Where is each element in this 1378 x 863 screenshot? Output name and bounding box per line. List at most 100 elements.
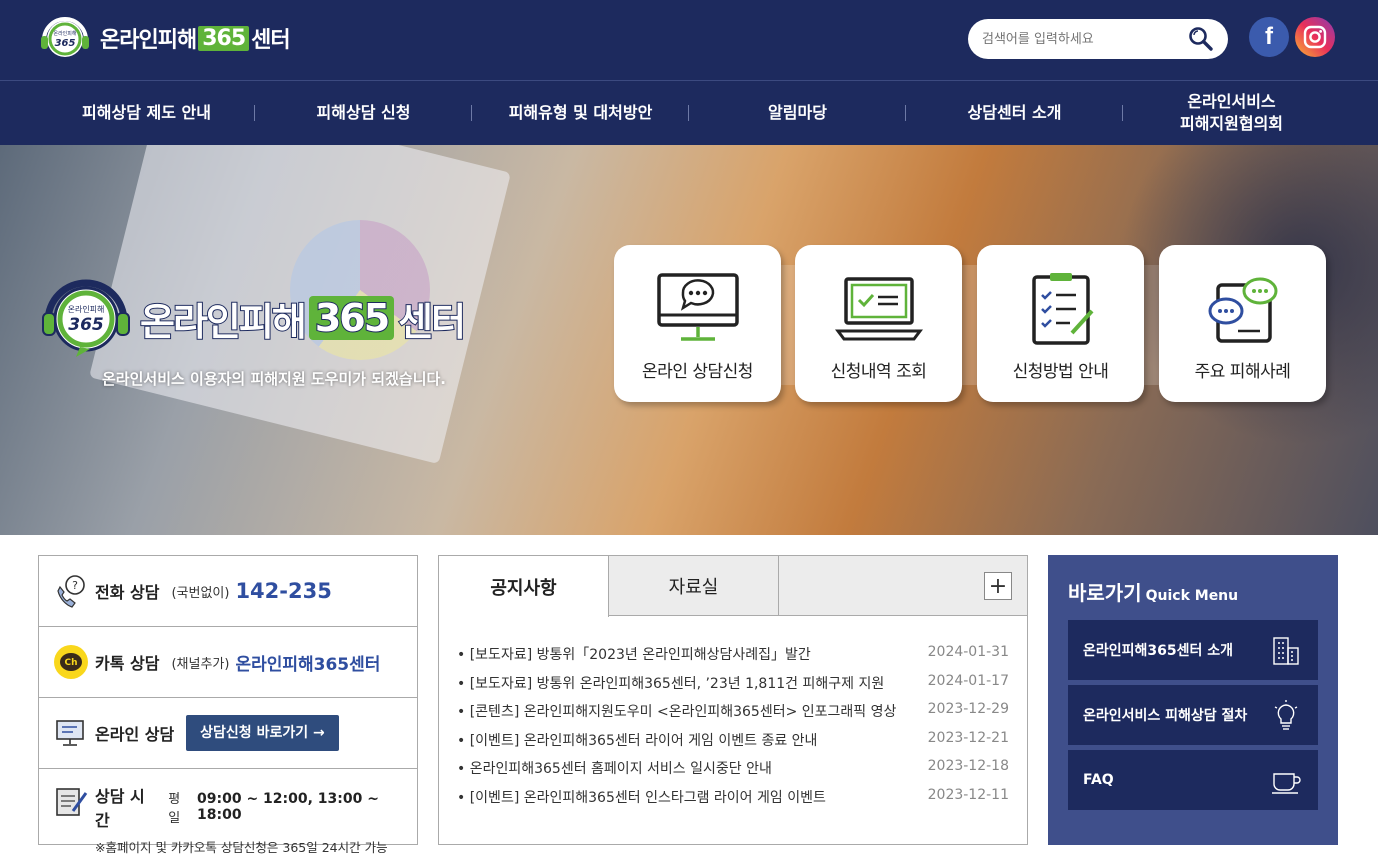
hero-logo: 온라인피해 365 온라인피해 365 센터	[40, 275, 467, 361]
card-check-history[interactable]: 신청내역 조회	[795, 245, 962, 402]
nav-item-apply[interactable]: 피해상담 신청	[255, 81, 472, 145]
notice-title[interactable]: [이벤트] 온라인피해365센터 인스타그램 라이어 게임 이벤트	[457, 787, 826, 816]
facebook-letter: f	[1265, 23, 1273, 50]
phone-number[interactable]: 142-235	[235, 579, 331, 603]
building-icon	[1273, 637, 1299, 665]
kakao-sub: (채널추가)	[171, 656, 230, 672]
hero-logo-badge-small: 온라인피해	[68, 304, 105, 314]
quick-procedure-button[interactable]: 온라인서비스 피해상담 절차	[1068, 685, 1318, 745]
clipboard-checklist-icon	[1031, 273, 1093, 345]
quick-menu-panel: 바로가기 Quick Menu 온라인피해365센터 소개 온라인서비스 피해상담…	[1048, 555, 1338, 845]
logo-text: 온라인피해 365 센터	[100, 22, 291, 54]
search-icon[interactable]	[1188, 26, 1214, 52]
notice-title[interactable]: [보도자료] 방통위「2023년 온라인피해상담사례집」발간	[457, 644, 811, 673]
quick-procedure-label: 온라인서비스 피해상담 절차	[1083, 708, 1248, 724]
computer-icon	[56, 720, 84, 746]
notice-date: 2024-01-31	[927, 644, 1009, 660]
quick-menu-title: 바로가기 Quick Menu	[1068, 577, 1238, 606]
svg-text:?: ?	[72, 579, 78, 592]
contact-panel: ? 전화 상담 (국번없이) 142-235 Ch 카톡 상담 (채널추가) 온…	[38, 555, 418, 855]
hours-text-group: 상담 시간 평일 09:00 ~ 12:00, 13:00 ~ 18:00 ※홈…	[95, 783, 417, 856]
logo-number: 365	[198, 25, 250, 51]
hours-note: ※홈페이지 및 카카오톡 상담신청은 365일 24시간 가능	[95, 840, 388, 855]
notice-item[interactable]: [보도자료] 방통위 온라인피해365센터, ’23년 1,811건 피해구제 …	[457, 673, 1009, 702]
notice-date: 2024-01-17	[927, 672, 1009, 689]
quick-center-intro-label: 온라인피해365센터 소개	[1083, 643, 1234, 659]
instagram-icon[interactable]	[1295, 17, 1335, 57]
logo-badge-small: 온라인피해	[53, 30, 76, 37]
hero-logo-text: 온라인피해 365 센터	[139, 291, 467, 346]
svg-text:Ch: Ch	[64, 658, 77, 668]
hours-sub: 평일	[168, 792, 181, 826]
search-box	[968, 19, 1228, 59]
quick-title-en: Quick Menu	[1145, 588, 1239, 604]
laptop-check-icon	[834, 277, 923, 341]
notice-tabs: 공지사항 자료실 +	[439, 556, 1027, 617]
kakao-channel-name[interactable]: 온라인피해365센터	[235, 650, 380, 675]
contact-online-row: 온라인 상담 상담신청 바로가기 →	[39, 698, 417, 769]
notice-date: 2023-12-21	[927, 729, 1009, 746]
hero-logo-number: 365	[308, 295, 395, 341]
notice-title[interactable]: [이벤트] 온라인피해365센터 라이어 게임 이벤트 종료 안내	[457, 730, 818, 759]
notice-panel: 공지사항 자료실 + [보도자료] 방통위「2023년 온라인피해상담사례집」발…	[438, 555, 1028, 845]
coffee-cup-icon	[1272, 773, 1301, 794]
notice-title[interactable]: 온라인피해365센터 홈페이지 서비스 일시중단 안내	[457, 758, 772, 787]
notice-item[interactable]: [콘텐츠] 온라인피해지원도우미 <온라인피해365센터> 인포그래픽 영상 20…	[457, 701, 1009, 730]
more-plus-button[interactable]: +	[984, 572, 1012, 600]
card-how-to-apply[interactable]: 신청방법 안내	[977, 245, 1144, 402]
headset-logo-icon: 온라인피해 365	[41, 17, 89, 57]
notice-list: [보도자료] 방통위「2023년 온라인피해상담사례집」발간 2024-01-31…	[457, 644, 1009, 816]
hero-logo-text-a: 온라인피해	[139, 299, 308, 345]
monitor-chat-icon	[656, 273, 739, 341]
quick-faq-button[interactable]: FAQ	[1068, 750, 1318, 810]
card-damage-cases[interactable]: 주요 피해사례	[1159, 245, 1326, 402]
notice-date: 2023-12-29	[927, 701, 1009, 718]
logo-badge-num: 365	[55, 38, 76, 49]
nav-item-council[interactable]: 온라인서비스 피해지원협의회	[1123, 81, 1340, 145]
quick-faq-label: FAQ	[1083, 772, 1114, 788]
nav-item-guide[interactable]: 피해상담 제도 안내	[38, 81, 255, 145]
notice-item[interactable]: [이벤트] 온라인피해365센터 인스타그램 라이어 게임 이벤트 2023-12…	[457, 787, 1009, 816]
quick-title-ko: 바로가기	[1068, 581, 1142, 605]
notice-item[interactable]: [보도자료] 방통위「2023년 온라인피해상담사례집」발간 2024-01-31	[457, 644, 1009, 673]
card-online-apply[interactable]: 온라인 상담신청	[614, 245, 781, 402]
notice-date: 2023-12-11	[927, 786, 1009, 803]
main-nav: 피해상담 제도 안내 피해상담 신청 피해유형 및 대처방안 알림마당 상담센터…	[0, 80, 1378, 145]
site-logo[interactable]: 온라인피해 365 온라인피해 365 센터	[38, 14, 291, 62]
kakao-title: 카톡 상담	[95, 654, 160, 673]
notice-date: 2023-12-18	[927, 758, 1009, 775]
contact-hours-row: 상담 시간 평일 09:00 ~ 12:00, 13:00 ~ 18:00 ※홈…	[39, 769, 417, 855]
tab-archive[interactable]: 자료실	[609, 556, 779, 616]
nav-item-damage-types[interactable]: 피해유형 및 대처방안	[472, 81, 689, 145]
chat-bubbles-icon	[1208, 277, 1277, 343]
notice-title[interactable]: [콘텐츠] 온라인피해지원도우미 <온라인피해365센터> 인포그래픽 영상	[457, 701, 897, 730]
tab-notice[interactable]: 공지사항	[439, 556, 609, 617]
search-input[interactable]	[982, 31, 1182, 47]
online-title: 온라인 상담	[95, 725, 175, 744]
contact-kakao-row: Ch 카톡 상담 (채널추가) 온라인피해365센터	[39, 627, 417, 698]
nav-item-notice[interactable]: 알림마당	[689, 81, 906, 145]
hours-title: 상담 시간	[95, 787, 145, 830]
card-check-history-label: 신청내역 조회	[830, 362, 927, 382]
hero-headset-logo-icon: 온라인피해 365	[42, 279, 130, 357]
lightbulb-icon	[1274, 700, 1298, 730]
phone-title: 전화 상담	[95, 583, 160, 602]
logo-text-a: 온라인피해	[100, 28, 197, 53]
top-header: 온라인피해 365 온라인피해 365 센터 f	[0, 0, 1378, 80]
notice-item[interactable]: [이벤트] 온라인피해365센터 라이어 게임 이벤트 종료 안내 2023-12…	[457, 730, 1009, 759]
nav-item-center-intro[interactable]: 상담센터 소개	[906, 81, 1123, 145]
phone-sub: (국번없이)	[171, 585, 230, 601]
kakao-channel-icon: Ch	[54, 645, 88, 679]
quick-center-intro-button[interactable]: 온라인피해365센터 소개	[1068, 620, 1318, 680]
notice-title[interactable]: [보도자료] 방통위 온라인피해365센터, ’23년 1,811건 피해구제 …	[457, 673, 885, 702]
notice-item[interactable]: 온라인피해365센터 홈페이지 서비스 일시중단 안내 2023-12-18	[457, 758, 1009, 787]
instagram-glyph	[1303, 25, 1327, 49]
card-damage-cases-label: 주요 피해사례	[1194, 362, 1291, 382]
facebook-icon[interactable]: f	[1249, 17, 1289, 57]
hours-value: 09:00 ~ 12:00, 13:00 ~ 18:00	[197, 791, 379, 823]
contact-phone-row: ? 전화 상담 (국번없이) 142-235	[39, 556, 417, 627]
notepad-pen-icon	[56, 788, 88, 816]
apply-shortcut-button[interactable]: 상담신청 바로가기 →	[186, 715, 339, 751]
card-online-apply-label: 온라인 상담신청	[642, 362, 753, 382]
card-how-to-apply-label: 신청방법 안내	[1012, 362, 1109, 382]
